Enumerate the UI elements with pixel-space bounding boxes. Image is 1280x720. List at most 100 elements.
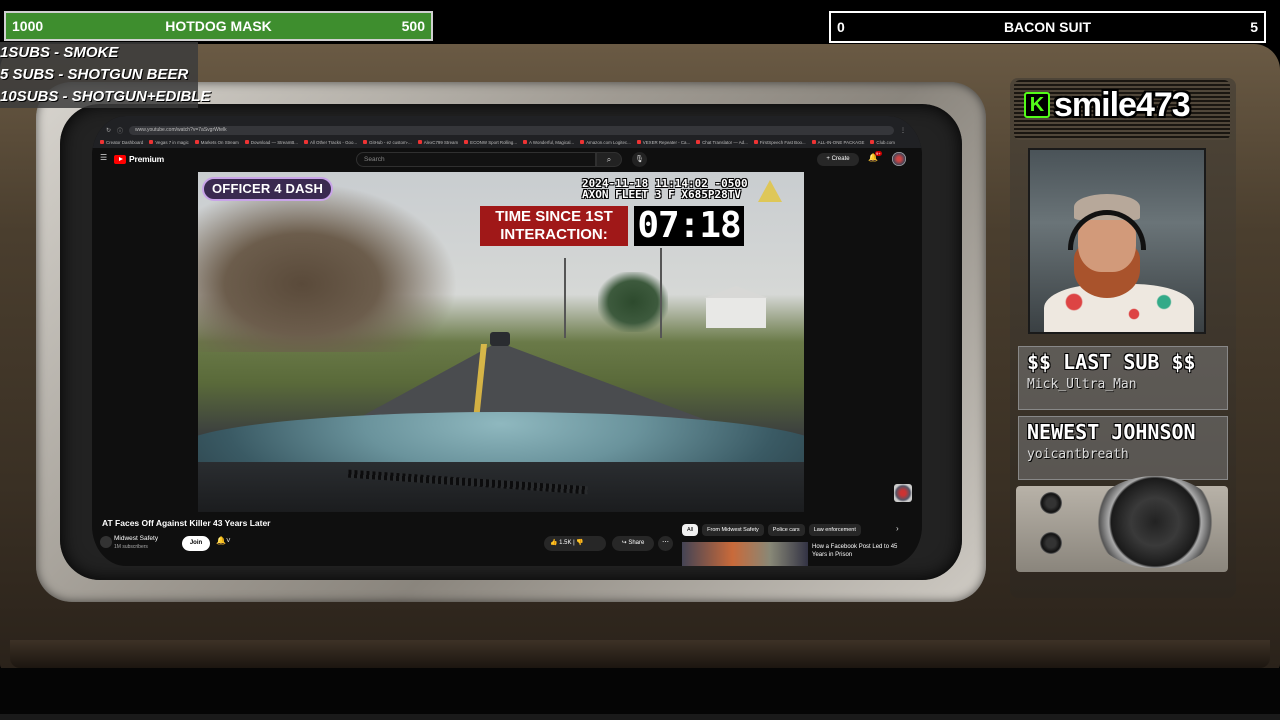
goal-left-max: 500: [401, 18, 425, 34]
bookmark-item[interactable]: Club.com: [870, 138, 895, 146]
more-actions-button[interactable]: ⋯: [658, 536, 673, 551]
channel-avatar[interactable]: [100, 536, 112, 548]
bookmark-item[interactable]: Chat Translator — Ad...: [696, 138, 748, 146]
bookmark-label: ALL-IN-ONE PACKAGE: [817, 139, 865, 145]
sub-reward-item: 10SUBS - SHOTGUN+EDIBLE: [0, 88, 211, 105]
knob-large: [1090, 476, 1220, 568]
bookmark-item[interactable]: VEXER Repeater - Ca...: [636, 138, 690, 146]
bookmark-favicon-icon: [417, 140, 422, 144]
bookmark-favicon-icon: [753, 140, 758, 144]
browser-chrome: ↻ ⓘ www.youtube.com/watch?v=7aSvgrWtelk …: [92, 116, 922, 148]
join-button[interactable]: Join: [182, 536, 210, 551]
mic-icon: 🎙: [635, 156, 644, 163]
kick-logo-icon: K: [1024, 92, 1050, 118]
subscribe-bell-icon[interactable]: 🔔˅: [216, 536, 231, 545]
extensions-icon[interactable]: ⋮: [900, 127, 906, 134]
create-button[interactable]: + Create: [817, 153, 859, 166]
bookmark-item[interactable]: ECONW Sport Rolling...: [464, 138, 517, 146]
newest-box: NEWEST JOHNSON yoicantbreath: [1018, 416, 1228, 480]
address-bar[interactable]: www.youtube.com/watch?v=7aSvgrWtelk: [129, 125, 894, 135]
site-info-icon[interactable]: ⓘ: [117, 126, 123, 135]
bookmark-label: GitHub - ez custom-...: [369, 139, 412, 145]
bookmark-label: AlexC799 Stream: [423, 139, 459, 145]
recommended-thumbnail[interactable]: [682, 542, 808, 566]
tv-foot-strip: [0, 714, 1280, 720]
bookmark-item[interactable]: GitHub - ez custom-...: [363, 138, 412, 146]
bookmark-favicon-icon: [194, 140, 199, 144]
officer-badge: OFFICER 4 DASH: [202, 177, 334, 201]
chip-all[interactable]: All: [682, 524, 699, 536]
bookmark-favicon-icon: [636, 140, 641, 144]
search-input[interactable]: Search: [356, 152, 596, 167]
bookmark-label: Vegas 7 in magic: [155, 139, 189, 145]
bookmark-label: Amazon.com Logitec...: [586, 139, 631, 145]
reload-icon[interactable]: ↻: [106, 127, 111, 134]
goal-right-max: 5: [1250, 19, 1258, 35]
video-player[interactable]: OFFICER 4 DASH 2024-11-18 11:14:02 -0500…: [198, 172, 804, 512]
bookmark-label: Markets On Stream: [200, 139, 239, 145]
chip-law-enforcement[interactable]: Law enforcement: [808, 524, 861, 536]
bookmark-item[interactable]: Vegas 7 in magic: [149, 138, 189, 146]
bookmark-favicon-icon: [100, 140, 104, 144]
bookmark-item[interactable]: FirstSpeech Fast Boo...: [753, 138, 806, 146]
share-button[interactable]: ↪ Share: [612, 536, 654, 551]
timestamp-line2: AXON FLEET 3 F X685P28TV: [582, 188, 741, 201]
camera-timestamp: 2024-11-18 11:14:02 -0500 AXON FLEET 3 F…: [582, 178, 748, 200]
car-ahead: [490, 332, 510, 346]
youtube-logo[interactable]: Premium: [114, 154, 164, 164]
recommended-title[interactable]: How a Facebook Post Led to 45 Years in P…: [812, 543, 912, 559]
streamer-name: smile473: [1054, 85, 1191, 124]
tv-screen: ↻ ⓘ www.youtube.com/watch?v=7aSvgrWtelk …: [92, 116, 922, 566]
knob-small-bottom: [1040, 532, 1062, 554]
bookmark-item[interactable]: A Wonderful, Magical...: [523, 138, 574, 146]
youtube-header: ☰ Premium Search ⌕ 🎙 + Create 🔔 9+: [92, 148, 922, 170]
voice-search-button[interactable]: 🎙: [632, 152, 647, 167]
bookmark-favicon-icon: [464, 140, 469, 144]
chip-police-cars[interactable]: Police cars: [767, 524, 805, 536]
search-icon: ⌕: [606, 155, 612, 164]
channel-name[interactable]: Midwest Safety: [114, 535, 158, 542]
address-row: ↻ ⓘ www.youtube.com/watch?v=7aSvgrWtelk …: [106, 125, 906, 135]
like-count: 1.5K: [559, 540, 572, 546]
axon-logo-icon: [758, 180, 782, 202]
chevron-right-icon[interactable]: ›: [896, 524, 899, 533]
trees-right: [598, 272, 668, 332]
bookmark-favicon-icon: [870, 140, 875, 144]
bookmark-item[interactable]: Creator Dashboard: [100, 138, 143, 146]
bookmark-label: Creator Dashboard: [106, 139, 144, 145]
bookmark-label: ECONW Sport Rolling...: [470, 139, 518, 145]
like-button[interactable]: 👍 1.5K | 👎: [544, 536, 606, 551]
goal-left-min: 1000: [12, 18, 44, 34]
last-sub-box: $$ LAST SUB $$ Mick_Ultra_Man: [1018, 346, 1228, 410]
notifications-badge: 9+: [875, 151, 882, 156]
newest-value: yoicantbreath: [1027, 447, 1129, 462]
chip-from-midwest-safety[interactable]: From Midwest Safety: [702, 524, 764, 536]
channel-watermark[interactable]: [894, 484, 912, 502]
thumbs-down-icon[interactable]: | 👎: [573, 540, 584, 546]
bookmark-favicon-icon: [149, 140, 154, 144]
bookmark-item[interactable]: Markets On Stream: [194, 138, 239, 146]
webcam-feed: [1028, 148, 1206, 334]
bookmark-item[interactable]: All Other Tracks - Goo...: [303, 138, 358, 146]
bookmark-item[interactable]: Amazon.com Logitec...: [580, 138, 631, 146]
bookmark-favicon-icon: [363, 140, 368, 144]
bookmark-label: FirstSpeech Fast Boo...: [759, 139, 806, 145]
sub-reward-item: 1SUBS - SMOKE: [0, 44, 119, 61]
bookmark-favicon-icon: [523, 140, 528, 144]
last-sub-value: Mick_Ultra_Man: [1027, 377, 1137, 392]
bookmark-item[interactable]: ALL-IN-ONE PACKAGE: [811, 138, 865, 146]
bookmark-item[interactable]: AlexC799 Stream: [417, 138, 459, 146]
bookmark-favicon-icon: [696, 140, 701, 144]
bookmark-label: All Other Tracks - Goo...: [309, 139, 358, 145]
utility-pole: [660, 248, 662, 338]
search-button[interactable]: ⌕: [596, 152, 622, 167]
bookmark-item[interactable]: Download — StreamB...: [244, 138, 298, 146]
channel-subscribers: 1M subscribers: [114, 544, 148, 550]
bookmark-favicon-icon: [811, 140, 816, 144]
menu-icon[interactable]: ☰: [100, 153, 107, 162]
time-since-line1: TIME SINCE 1ST: [495, 208, 613, 225]
bookmark-favicon-icon: [580, 140, 585, 144]
account-avatar[interactable]: [892, 152, 906, 166]
bookmark-label: Download — StreamB...: [250, 139, 298, 145]
interaction-timer: 07:18: [634, 206, 744, 246]
